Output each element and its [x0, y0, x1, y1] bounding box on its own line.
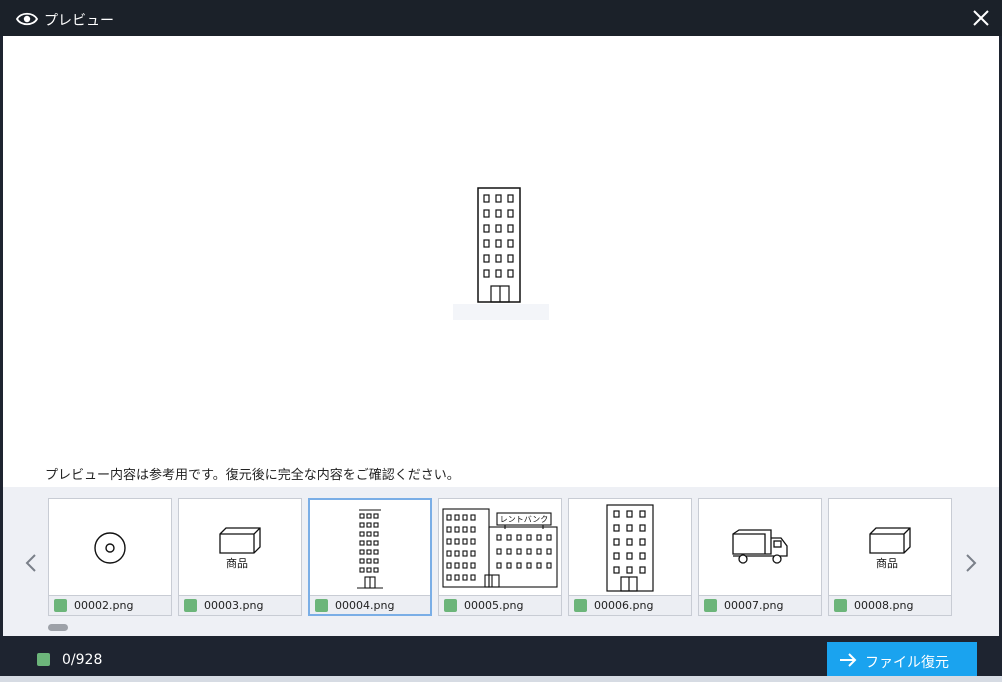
horizontal-scrollbar-thumb[interactable] — [48, 624, 68, 631]
thumbnail-checkbox[interactable] — [315, 599, 328, 612]
thumbnail-item-selected[interactable]: 00004.png — [308, 498, 432, 616]
goods-box-icon: 商品 — [219, 526, 261, 570]
thumbnail-image: レントバンク — [439, 499, 561, 596]
thumbnail-filename: 00002.png — [74, 599, 134, 612]
thumbnail-image: 商品 — [179, 499, 301, 596]
recover-button-label: ファイル復元 — [865, 655, 949, 671]
disc-icon — [94, 531, 126, 564]
thumbnail-checkbox[interactable] — [834, 599, 847, 612]
building-icon — [606, 503, 654, 592]
thumbnail-caption: 00003.png — [179, 595, 301, 615]
thumbnail-image — [699, 499, 821, 596]
shop-sign-label: レントバンク — [500, 515, 548, 524]
selection-count: 0/928 — [62, 652, 103, 668]
thumbnail-list: 00002.png 商品 00003.png 00004.png レントバンク … — [48, 498, 958, 618]
thumbnail-item[interactable]: レントバンク 00005.png — [438, 498, 562, 616]
thumbnail-filename: 00003.png — [204, 599, 264, 612]
tower-building-icon — [357, 508, 383, 589]
preview-area — [3, 36, 999, 466]
eye-icon — [16, 12, 38, 26]
thumbnail-item[interactable]: 商品 00003.png — [178, 498, 302, 616]
window-title: プレビュー — [44, 13, 114, 29]
close-icon[interactable] — [972, 9, 990, 27]
title-bar: プレビュー — [0, 0, 1002, 36]
thumbnail-item[interactable]: 00006.png — [568, 498, 692, 616]
chevron-left-icon[interactable] — [21, 551, 41, 575]
thumbnail-item[interactable]: 00007.png — [698, 498, 822, 616]
shopping-complex-icon: レントバンク — [442, 507, 558, 588]
truck-icon — [732, 528, 788, 564]
thumbnail-image — [49, 499, 171, 596]
thumbnail-image — [310, 500, 430, 597]
thumbnail-image — [569, 499, 691, 596]
thumbnail-filename: 00006.png — [594, 599, 654, 612]
thumbnail-caption: 00008.png — [829, 595, 951, 615]
preview-image-building — [453, 187, 549, 320]
thumbnail-caption: 00005.png — [439, 595, 561, 615]
goods-box-label: 商品 — [876, 556, 898, 570]
thumbnail-caption: 00007.png — [699, 595, 821, 615]
thumbnail-checkbox[interactable] — [54, 599, 67, 612]
preview-notice: プレビュー内容は参考用です。復元後に完全な内容をご確認ください。 — [45, 468, 460, 483]
thumbnail-image: 商品 — [829, 499, 951, 596]
thumbnail-checkbox[interactable] — [184, 599, 197, 612]
thumbnail-filename: 00004.png — [335, 599, 395, 612]
select-all-checkbox[interactable] — [37, 653, 50, 666]
goods-box-label: 商品 — [226, 556, 248, 570]
thumbnail-checkbox[interactable] — [444, 599, 457, 612]
thumbnail-item[interactable]: 00002.png — [48, 498, 172, 616]
taskbar-edge — [0, 676, 1002, 682]
arrow-right-icon — [840, 653, 857, 667]
thumbnail-caption: 00006.png — [569, 595, 691, 615]
goods-box-icon: 商品 — [869, 526, 911, 570]
thumbnail-filename: 00007.png — [724, 599, 784, 612]
thumbnail-filename: 00008.png — [854, 599, 914, 612]
thumbnail-caption: 00004.png — [310, 595, 430, 614]
thumbnail-item[interactable]: 商品 00008.png — [828, 498, 952, 616]
preview-panel: プレビュー内容は参考用です。復元後に完全な内容をご確認ください。 00002.p… — [3, 36, 999, 636]
thumbnail-checkbox[interactable] — [704, 599, 717, 612]
chevron-right-icon[interactable] — [961, 551, 981, 575]
thumbnail-strip: 00002.png 商品 00003.png 00004.png レントバンク … — [3, 487, 999, 636]
thumbnail-checkbox[interactable] — [574, 599, 587, 612]
thumbnail-caption: 00002.png — [49, 595, 171, 615]
thumbnail-filename: 00005.png — [464, 599, 524, 612]
